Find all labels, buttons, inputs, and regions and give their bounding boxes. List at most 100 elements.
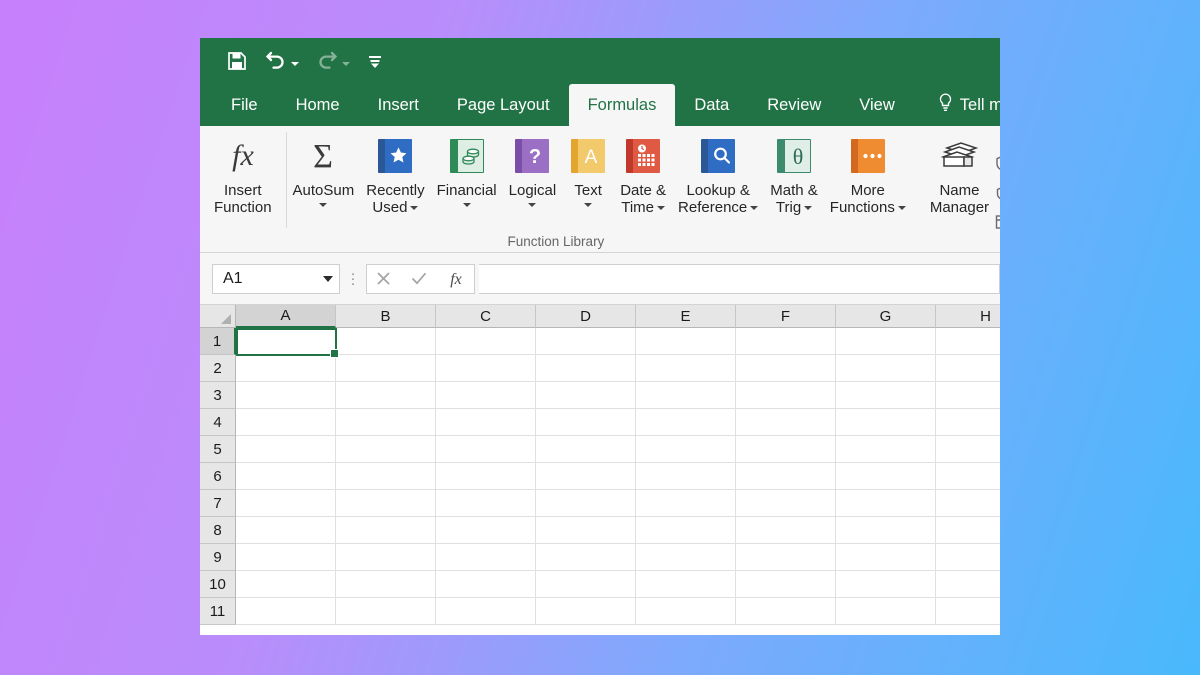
cell-H11[interactable]	[936, 598, 1000, 625]
cell-H4[interactable]	[936, 409, 1000, 436]
cell-C2[interactable]	[436, 355, 536, 382]
cell-G3[interactable]	[836, 382, 936, 409]
cell-B6[interactable]	[336, 463, 436, 490]
recently-used-dropdown-caret[interactable]	[410, 206, 418, 210]
cell-E5[interactable]	[636, 436, 736, 463]
cell-D3[interactable]	[536, 382, 636, 409]
cell-C3[interactable]	[436, 382, 536, 409]
autosum-dropdown-caret[interactable]	[319, 203, 327, 207]
cell-G10[interactable]	[836, 571, 936, 598]
row-header-11[interactable]: 11	[200, 598, 236, 625]
cell-B11[interactable]	[336, 598, 436, 625]
name-box[interactable]: A1	[212, 264, 340, 294]
cell-D1[interactable]	[536, 328, 636, 355]
cell-A8[interactable]	[236, 517, 336, 544]
tab-file[interactable]: File	[212, 84, 277, 126]
close-icon[interactable]	[375, 270, 392, 287]
cell-E4[interactable]	[636, 409, 736, 436]
column-header-a[interactable]: A	[236, 305, 336, 328]
cell-A7[interactable]	[236, 490, 336, 517]
row-header-3[interactable]: 3	[200, 382, 236, 409]
tab-data[interactable]: Data	[675, 84, 748, 126]
cell-G11[interactable]	[836, 598, 936, 625]
cell-H10[interactable]	[936, 571, 1000, 598]
cell-H6[interactable]	[936, 463, 1000, 490]
select-all-corner[interactable]	[200, 305, 236, 328]
row-header-9[interactable]: 9	[200, 544, 236, 571]
row-header-7[interactable]: 7	[200, 490, 236, 517]
cell-A4[interactable]	[236, 409, 336, 436]
column-header-f[interactable]: F	[736, 305, 836, 328]
define-name-icon[interactable]	[995, 154, 1000, 177]
cell-F2[interactable]	[736, 355, 836, 382]
cell-A9[interactable]	[236, 544, 336, 571]
cell-F4[interactable]	[736, 409, 836, 436]
cell-D5[interactable]	[536, 436, 636, 463]
redo-dropdown-caret[interactable]	[342, 62, 350, 66]
cell-E3[interactable]	[636, 382, 736, 409]
cell-D2[interactable]	[536, 355, 636, 382]
cell-D11[interactable]	[536, 598, 636, 625]
cell-F6[interactable]	[736, 463, 836, 490]
tab-page-layout[interactable]: Page Layout	[438, 84, 569, 126]
cell-E10[interactable]	[636, 571, 736, 598]
math-and-trig-dropdown-caret[interactable]	[804, 206, 812, 210]
cell-G4[interactable]	[836, 409, 936, 436]
cell-C9[interactable]	[436, 544, 536, 571]
column-header-d[interactable]: D	[536, 305, 636, 328]
customize-qat-button[interactable]	[367, 53, 383, 69]
cell-F7[interactable]	[736, 490, 836, 517]
tab-formulas[interactable]: Formulas	[569, 84, 676, 126]
chevron-down-icon[interactable]	[323, 276, 333, 282]
cell-G1[interactable]	[836, 328, 936, 355]
undo-dropdown-caret[interactable]	[291, 62, 299, 66]
cell-A6[interactable]	[236, 463, 336, 490]
logical-dropdown-caret[interactable]	[528, 203, 536, 207]
column-header-g[interactable]: G	[836, 305, 936, 328]
use-in-formula-icon[interactable]	[995, 184, 1000, 207]
row-header-5[interactable]: 5	[200, 436, 236, 463]
cell-B3[interactable]	[336, 382, 436, 409]
cell-B9[interactable]	[336, 544, 436, 571]
cell-H5[interactable]	[936, 436, 1000, 463]
cell-F1[interactable]	[736, 328, 836, 355]
cell-C10[interactable]	[436, 571, 536, 598]
cell-G2[interactable]	[836, 355, 936, 382]
cell-A1[interactable]	[236, 328, 336, 355]
fx-icon[interactable]: fx	[446, 269, 466, 288]
cell-E9[interactable]	[636, 544, 736, 571]
cell-B5[interactable]	[336, 436, 436, 463]
cell-G8[interactable]	[836, 517, 936, 544]
cell-A11[interactable]	[236, 598, 336, 625]
tab-home[interactable]: Home	[277, 84, 359, 126]
column-header-h[interactable]: H	[936, 305, 1000, 328]
cell-A10[interactable]	[236, 571, 336, 598]
cell-C1[interactable]	[436, 328, 536, 355]
cell-F9[interactable]	[736, 544, 836, 571]
column-header-e[interactable]: E	[636, 305, 736, 328]
cell-D6[interactable]	[536, 463, 636, 490]
cell-H3[interactable]	[936, 382, 1000, 409]
financial-dropdown-caret[interactable]	[463, 203, 471, 207]
cell-H7[interactable]	[936, 490, 1000, 517]
tab-insert[interactable]: Insert	[359, 84, 438, 126]
undo-button[interactable]	[265, 51, 299, 71]
cell-F5[interactable]	[736, 436, 836, 463]
cell-F10[interactable]	[736, 571, 836, 598]
cell-G9[interactable]	[836, 544, 936, 571]
cell-D10[interactable]	[536, 571, 636, 598]
row-header-4[interactable]: 4	[200, 409, 236, 436]
cell-H1[interactable]	[936, 328, 1000, 355]
cell-B7[interactable]	[336, 490, 436, 517]
more-functions-dropdown-caret[interactable]	[898, 206, 906, 210]
name-manager-button[interactable]: Name Manager	[920, 126, 993, 252]
cell-D4[interactable]	[536, 409, 636, 436]
cell-E1[interactable]	[636, 328, 736, 355]
row-header-8[interactable]: 8	[200, 517, 236, 544]
check-icon[interactable]	[410, 270, 428, 287]
cell-A2[interactable]	[236, 355, 336, 382]
cell-B8[interactable]	[336, 517, 436, 544]
cell-H8[interactable]	[936, 517, 1000, 544]
cell-G6[interactable]	[836, 463, 936, 490]
create-from-selection-icon[interactable]	[995, 214, 1000, 235]
